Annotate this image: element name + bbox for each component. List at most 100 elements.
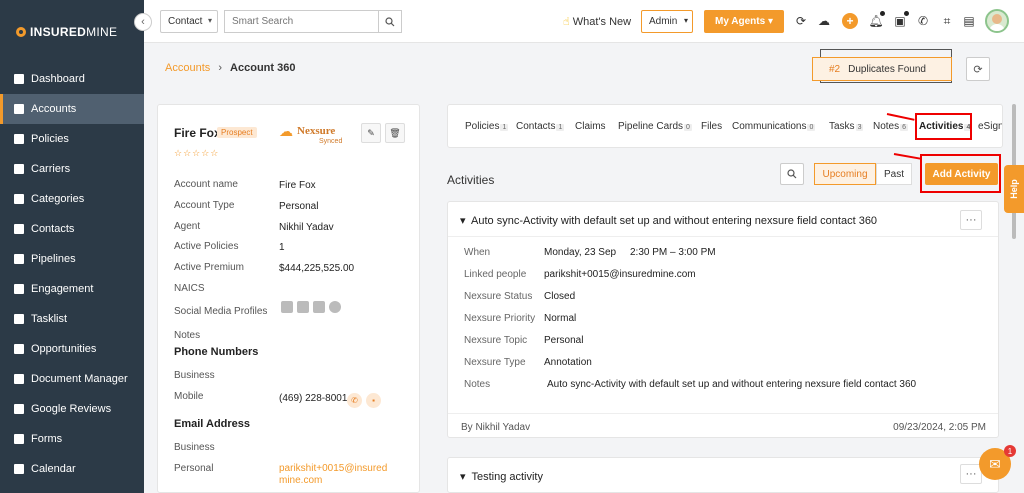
field-label: Active Policies bbox=[174, 241, 239, 252]
call-icon[interactable]: ✆ bbox=[347, 393, 362, 408]
duplicates-label: Duplicates Found bbox=[848, 63, 926, 75]
sidebar-item-label: Categories bbox=[31, 193, 85, 205]
facebook-icon[interactable] bbox=[297, 301, 309, 313]
tab-claims[interactable]: Claims bbox=[575, 121, 606, 132]
sidebar-item-policies[interactable]: Policies bbox=[0, 124, 144, 154]
tab-label: eSign bbox=[978, 121, 1003, 132]
linkedin-icon[interactable] bbox=[281, 301, 293, 313]
activity-title-text: Auto sync-Activity with default set up a… bbox=[471, 215, 878, 227]
delete-button[interactable]: 🗑︎ bbox=[385, 123, 405, 143]
tab-label: Policies bbox=[465, 121, 500, 132]
inbox-icon[interactable]: ▣ bbox=[893, 11, 909, 28]
refresh-button[interactable]: ⟳ bbox=[966, 57, 990, 81]
sidebar-item-opportunities[interactable]: Opportunities bbox=[0, 334, 144, 364]
search-button[interactable] bbox=[378, 10, 402, 33]
brand-logo[interactable]: INSURED MINE bbox=[0, 0, 144, 64]
sidebar-item-pipelines[interactable]: Pipelines bbox=[0, 244, 144, 274]
sidebar-item-dashboard[interactable]: Dashboard bbox=[0, 64, 144, 94]
trash-icon: 🗑︎ bbox=[389, 127, 401, 138]
sidebar-item-carriers[interactable]: Carriers bbox=[0, 154, 144, 184]
phone-icon[interactable]: ✆ bbox=[916, 14, 930, 28]
activity-title[interactable]: ▾ Auto sync-Activity with default set up… bbox=[460, 214, 877, 227]
calculator-icon[interactable]: ▤ bbox=[962, 14, 976, 28]
activity-title[interactable]: ▾ Testing activity bbox=[460, 470, 543, 483]
tab-policies[interactable]: Policies 1 bbox=[465, 121, 509, 132]
refresh-icon: ⟳ bbox=[973, 63, 983, 76]
tasklist-icon bbox=[14, 314, 24, 324]
rating-stars[interactable]: ☆☆☆☆☆ bbox=[174, 148, 219, 159]
sidebar-item-label: Policies bbox=[31, 133, 69, 145]
chip-icon[interactable]: ⌗ bbox=[940, 14, 954, 28]
help-label: Help bbox=[1008, 179, 1019, 199]
tab-label: Communications bbox=[732, 121, 807, 132]
sidebar-item-forms[interactable]: Forms bbox=[0, 424, 144, 454]
ellipsis-icon: ··· bbox=[965, 214, 977, 226]
activity-more-button[interactable]: ··· bbox=[960, 210, 982, 230]
field-value: Personal bbox=[279, 201, 319, 212]
upcoming-filter-button[interactable]: Upcoming bbox=[814, 163, 876, 185]
cloud-sync-icon[interactable]: ☁ bbox=[817, 14, 831, 28]
sidebar-item-label: Forms bbox=[31, 433, 63, 445]
pipelines-icon bbox=[14, 254, 24, 264]
tab-label: Files bbox=[701, 121, 723, 132]
activity-date: 09/23/2024, 2:05 PM bbox=[893, 422, 986, 433]
sidebar-item-google-reviews[interactable]: Google Reviews bbox=[0, 394, 144, 424]
cloud-icon: ☁ bbox=[279, 123, 293, 139]
sidebar-item-engagement[interactable]: Engagement bbox=[0, 274, 144, 304]
whats-new-link[interactable]: ☝ What's New bbox=[563, 15, 631, 28]
annotation-arrow-icon bbox=[893, 153, 921, 160]
twitter-icon[interactable] bbox=[313, 301, 325, 313]
tab-contacts[interactable]: Contacts 1 bbox=[516, 121, 565, 132]
add-activity-button[interactable]: Add Activity bbox=[925, 163, 998, 185]
inbox-dot bbox=[904, 11, 909, 16]
sidebar-item-accounts[interactable]: Accounts bbox=[0, 94, 144, 124]
email-personal-link[interactable]: parikshit+0015@insured mine.com bbox=[279, 463, 389, 487]
email-line-2: mine.com bbox=[279, 475, 323, 486]
tab-files[interactable]: Files bbox=[701, 121, 722, 132]
tab-pipeline-cards[interactable]: Pipeline Cards 0 bbox=[618, 121, 692, 132]
tab-tasks[interactable]: Tasks 3 bbox=[829, 121, 864, 132]
sidebar-item-label: Engagement bbox=[31, 283, 94, 295]
field-label: Active Premium bbox=[174, 262, 245, 273]
nexsure-name: Nexsure bbox=[297, 125, 336, 137]
my-agents-button[interactable]: My Agents ▾ bbox=[704, 10, 784, 33]
collapse-sidebar-button[interactable]: ‹ bbox=[134, 13, 152, 31]
nexsure-status: Synced bbox=[319, 138, 343, 145]
sidebar-item-tasklist[interactable]: Tasklist bbox=[0, 304, 144, 334]
search-icon bbox=[385, 16, 395, 26]
sidebar-item-contacts[interactable]: Contacts bbox=[0, 214, 144, 244]
sidebar-item-label: Opportunities bbox=[31, 343, 97, 355]
field-label: NAICS bbox=[174, 283, 205, 294]
top-bar: Contact ▾ ☝ What's New Admin ▾ My Agents… bbox=[144, 0, 1024, 43]
tab-label: Claims bbox=[575, 121, 606, 132]
smart-search-input[interactable] bbox=[224, 10, 378, 33]
user-avatar[interactable] bbox=[985, 9, 1009, 33]
tab-esign[interactable]: eSign bbox=[978, 121, 1003, 132]
activity-search-button[interactable] bbox=[780, 163, 804, 185]
search-context-select[interactable]: Contact ▾ bbox=[160, 10, 218, 33]
activity-field-label: Nexsure Priority bbox=[464, 313, 536, 324]
activity-field-label: Nexsure Topic bbox=[464, 335, 528, 346]
sidebar-item-categories[interactable]: Categories bbox=[0, 184, 144, 214]
opportunities-icon bbox=[14, 344, 24, 354]
quick-add-icon[interactable]: + bbox=[842, 13, 858, 29]
notification-bell-icon[interactable]: 🔔︎ bbox=[868, 11, 885, 28]
activity-field-value: Annotation bbox=[544, 357, 592, 368]
tab-notes[interactable]: Notes 6 bbox=[873, 121, 909, 132]
breadcrumb-accounts-link[interactable]: Accounts bbox=[165, 62, 210, 74]
duplicates-found-badge[interactable]: #2 Duplicates Found bbox=[812, 57, 952, 81]
sync-icon[interactable]: ⟳ bbox=[794, 14, 808, 28]
past-filter-button[interactable]: Past bbox=[876, 163, 912, 185]
sms-icon[interactable]: ▪ bbox=[366, 393, 381, 408]
activity-field-value: Personal bbox=[544, 335, 584, 346]
tab-communications[interactable]: Communications 0 bbox=[732, 121, 816, 132]
sidebar-item-work-email[interactable]: Work Email bbox=[0, 484, 144, 493]
globe-icon[interactable] bbox=[329, 301, 341, 313]
role-select[interactable]: Admin ▾ bbox=[641, 10, 693, 33]
tab-label: Pipeline Cards bbox=[618, 121, 684, 132]
field-value: Fire Fox bbox=[279, 180, 316, 191]
help-tab[interactable]: Help bbox=[1004, 165, 1024, 213]
edit-button[interactable]: ✎ bbox=[361, 123, 381, 143]
sidebar-item-calendar[interactable]: Calendar bbox=[0, 454, 144, 484]
sidebar-item-document-manager[interactable]: Document Manager bbox=[0, 364, 144, 394]
